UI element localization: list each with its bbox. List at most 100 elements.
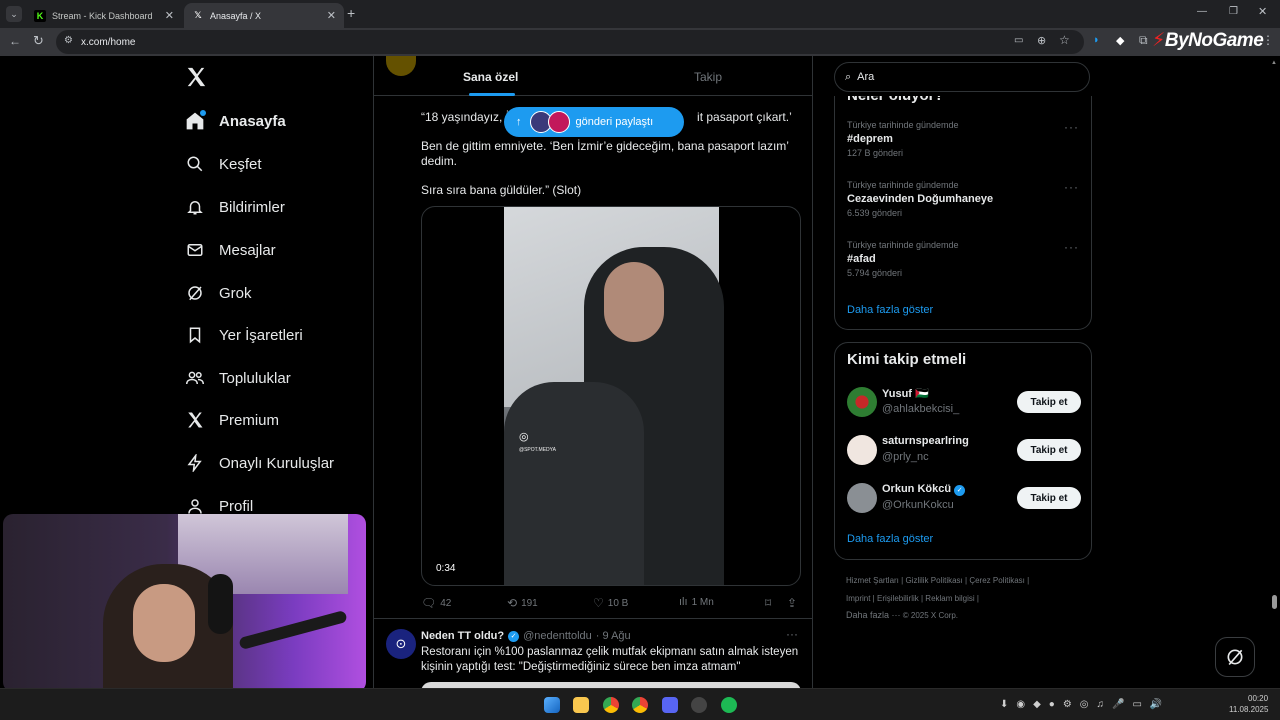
site-settings-icon[interactable]: ⚙ [64,35,73,46]
follow-suggestion[interactable]: Orkun Kökcü ✓ @OrkunKokcu Takip et [847,481,1081,515]
close-icon[interactable]: ✕ [327,9,336,22]
reload-icon[interactable]: ↻ [33,33,44,49]
show-more-trends-link[interactable]: Daha fazla göster [847,304,933,316]
windows-taskbar: ⬇◉◆●⚙◎♫🎤▭🔊 00:20 11.08.2025 [0,688,1280,720]
window-close-icon[interactable]: ✕ [1258,5,1267,18]
nav-label: Premium [219,411,280,429]
follow-button[interactable]: Takip et [1017,487,1081,509]
trend-item[interactable]: Türkiye tarihinde gündemde Cezaevinden D… [847,180,993,218]
spotify-icon[interactable] [721,697,737,713]
nav-grok[interactable]: Grok [184,282,252,304]
x-logo-icon [184,409,206,431]
grok-icon [1227,649,1243,666]
nav-premium[interactable]: Premium [184,409,279,431]
tray-icons[interactable]: ⬇◉◆●⚙◎♫🎤▭🔊 [1000,699,1170,710]
author-name[interactable]: Neden TT oldu? [421,630,504,642]
post-actions: 🗨 42 ⟲ 191 ♡ 10 B ılı 1 Mn ⌑ ⇪ [421,594,801,614]
bookmark-icon [184,324,206,346]
minimize-icon[interactable]: — [1197,6,1207,17]
post-time[interactable]: · 9 Ağu [596,630,631,642]
chrome-icon[interactable] [603,697,619,713]
mail-icon [184,239,206,261]
views-icon: ılı [679,596,688,608]
windows-start-icon[interactable] [544,697,560,713]
post-avatar[interactable]: ⊙ [386,629,416,659]
extension-icon[interactable]: ◗ [1093,34,1100,46]
close-icon[interactable]: ✕ [165,9,174,22]
tab-active-indicator [469,93,515,96]
trends-heading: Neler oluyor? [847,96,944,104]
nav-verified-orgs[interactable]: Onaylı Kuruluşlar [184,452,334,474]
webcam-face [133,584,195,662]
avatar [847,435,877,465]
tab-title: Anasayfa / X [210,10,262,21]
back-icon[interactable]: ← [9,34,21,48]
kick-icon: K [34,9,46,22]
tab-following[interactable]: Takip [694,70,722,84]
nav-home[interactable]: Anasayfa [184,110,286,132]
more-icon[interactable]: ··· [786,627,798,641]
scrollbar-thumb[interactable] [1272,595,1277,609]
instagram-icon: ◎ [519,431,529,443]
follow-button[interactable]: Takip et [1017,391,1081,413]
app-icon[interactable] [691,697,707,713]
who-to-follow-heading: Kimi takip etmeli [847,351,967,368]
nav-communities[interactable]: Topluluklar [184,367,291,389]
repost-button[interactable]: ⟲ 191 [507,596,538,610]
tab-x-home[interactable]: 𝕏 Anasayfa / X ✕ [184,3,344,28]
post-text: Restoranı için %100 paslanmaz çelik mutf… [421,646,799,673]
bookmark-icon: ⌑ [765,596,772,610]
more-icon[interactable]: ··· [1064,240,1079,254]
x-logo-icon[interactable] [185,66,209,90]
zoom-icon[interactable]: ⊕ [1037,34,1046,47]
right-sidebar: ⌕ Ara Neler oluyor? Türkiye tarihinde gü… [834,56,1092,688]
discord-icon[interactable] [662,697,678,713]
lightning-icon [184,452,206,474]
like-button[interactable]: ♡ 10 B [593,596,628,610]
menu-icon[interactable]: ⋮ [1262,33,1274,47]
reply-button[interactable]: 🗨 42 [421,596,451,610]
tab-search-button[interactable]: ⌄ [6,6,22,22]
tab-kick-dashboard[interactable]: K Stream - Kick Dashboard ✕ [26,3,182,28]
clock-date[interactable]: 11.08.2025 [1229,705,1268,714]
search-input[interactable]: ⌕ Ara [834,62,1090,92]
restore-icon[interactable]: ❐ [1229,6,1238,17]
post-video[interactable]: ◎ @SPOT.MEDYA 0:34 [421,206,801,586]
more-icon[interactable]: ··· [1064,180,1079,194]
follow-suggestion[interactable]: saturnspearlring @prly_nc Takip et [847,433,1081,467]
file-explorer-icon[interactable] [573,697,589,713]
grok-floating-button[interactable] [1215,637,1255,677]
follow-button[interactable]: Takip et [1017,439,1081,461]
follow-suggestion[interactable]: Yusuf 🇵🇸 @ahlakbekcisi_ Takip et [847,385,1081,419]
bookmark-button[interactable]: ⌑ [765,596,771,610]
nav-notifications[interactable]: Bildirimler [184,196,285,218]
cast-icon[interactable]: ▭ [1014,35,1023,46]
footer-row: Hizmet Şartları | Gizlilik Politikası | … [846,576,1030,585]
timeline-avatar [386,56,416,76]
trend-item[interactable]: Türkiye tarihinde gündemde #afad 5.794 g… [847,240,959,278]
scroll-up-icon[interactable]: ▲ [1271,60,1277,66]
extensions-puzzle-icon[interactable]: ⧉ [1139,33,1148,48]
bookmark-star-icon[interactable]: ☆ [1059,33,1070,47]
new-tab-button[interactable]: + [347,5,355,21]
nav-messages[interactable]: Mesajlar [184,239,276,261]
chrome-icon[interactable] [632,697,648,713]
more-icon[interactable]: ··· [1064,120,1079,134]
page-scrollbar[interactable]: ▲ [1271,60,1278,680]
extension-icon[interactable]: ◆ [1116,34,1124,47]
trend-item[interactable]: Türkiye tarihinde gündemde #deprem 127 B… [847,120,959,158]
arrow-up-icon: ↑ [516,116,522,128]
nav-label: Yer İşaretleri [219,326,303,344]
show-more-follow-link[interactable]: Daha fazla göster [847,533,933,545]
new-posts-pill[interactable]: ↑ gönderi paylaştı [504,107,684,137]
nav-bookmarks[interactable]: Yer İşaretleri [184,324,303,346]
share-button[interactable]: ⇪ [787,596,797,610]
tab-for-you[interactable]: Sana özel [463,70,518,84]
author-handle[interactable]: @nedenttoldu [523,630,592,642]
pill-avatar [547,111,570,133]
clock-time[interactable]: 00:20 [1248,694,1268,703]
nav-explore[interactable]: Keşfet [184,153,262,175]
footer-row: Daha fazla ··· © 2025 X Corp. [846,610,959,620]
url-field[interactable]: ⚙ x.com/home ▭ ⊕ ☆ [56,30,1084,54]
views-button[interactable]: ılı 1 Mn [679,596,714,608]
